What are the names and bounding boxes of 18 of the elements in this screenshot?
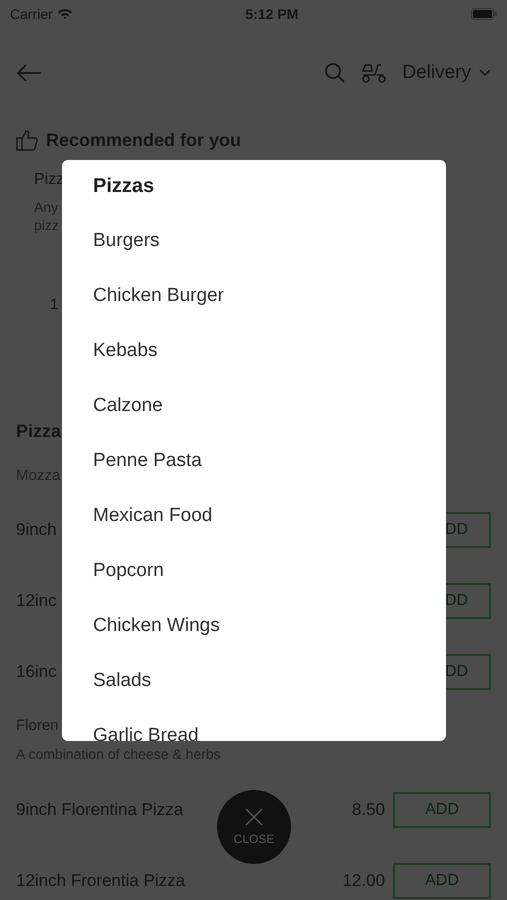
- wifi-icon: [56, 8, 73, 20]
- chevron-down-icon: [479, 69, 491, 77]
- menu-item[interactable]: Calzone: [93, 364, 163, 419]
- back-arrow-icon[interactable]: [16, 63, 42, 83]
- search-icon[interactable]: [324, 62, 346, 84]
- battery-icon: [470, 8, 497, 20]
- menu-title: Pizzas: [93, 174, 156, 199]
- menu-item[interactable]: Penne Pasta: [93, 419, 202, 474]
- menu-item[interactable]: Burgers: [93, 199, 160, 254]
- menu-item[interactable]: Chicken Burger: [93, 254, 224, 309]
- thumbs-up-icon: [16, 129, 38, 151]
- menu-item[interactable]: Popcorn: [93, 529, 164, 584]
- menu-item[interactable]: Kebabs: [93, 309, 158, 364]
- menu-item[interactable]: Chicken Wings: [93, 584, 220, 639]
- close-icon: [244, 806, 264, 826]
- menu-item[interactable]: Mexican Food: [93, 474, 212, 529]
- menu-item[interactable]: Garlic Bread: [93, 694, 199, 741]
- menu-item[interactable]: Salads: [93, 639, 152, 694]
